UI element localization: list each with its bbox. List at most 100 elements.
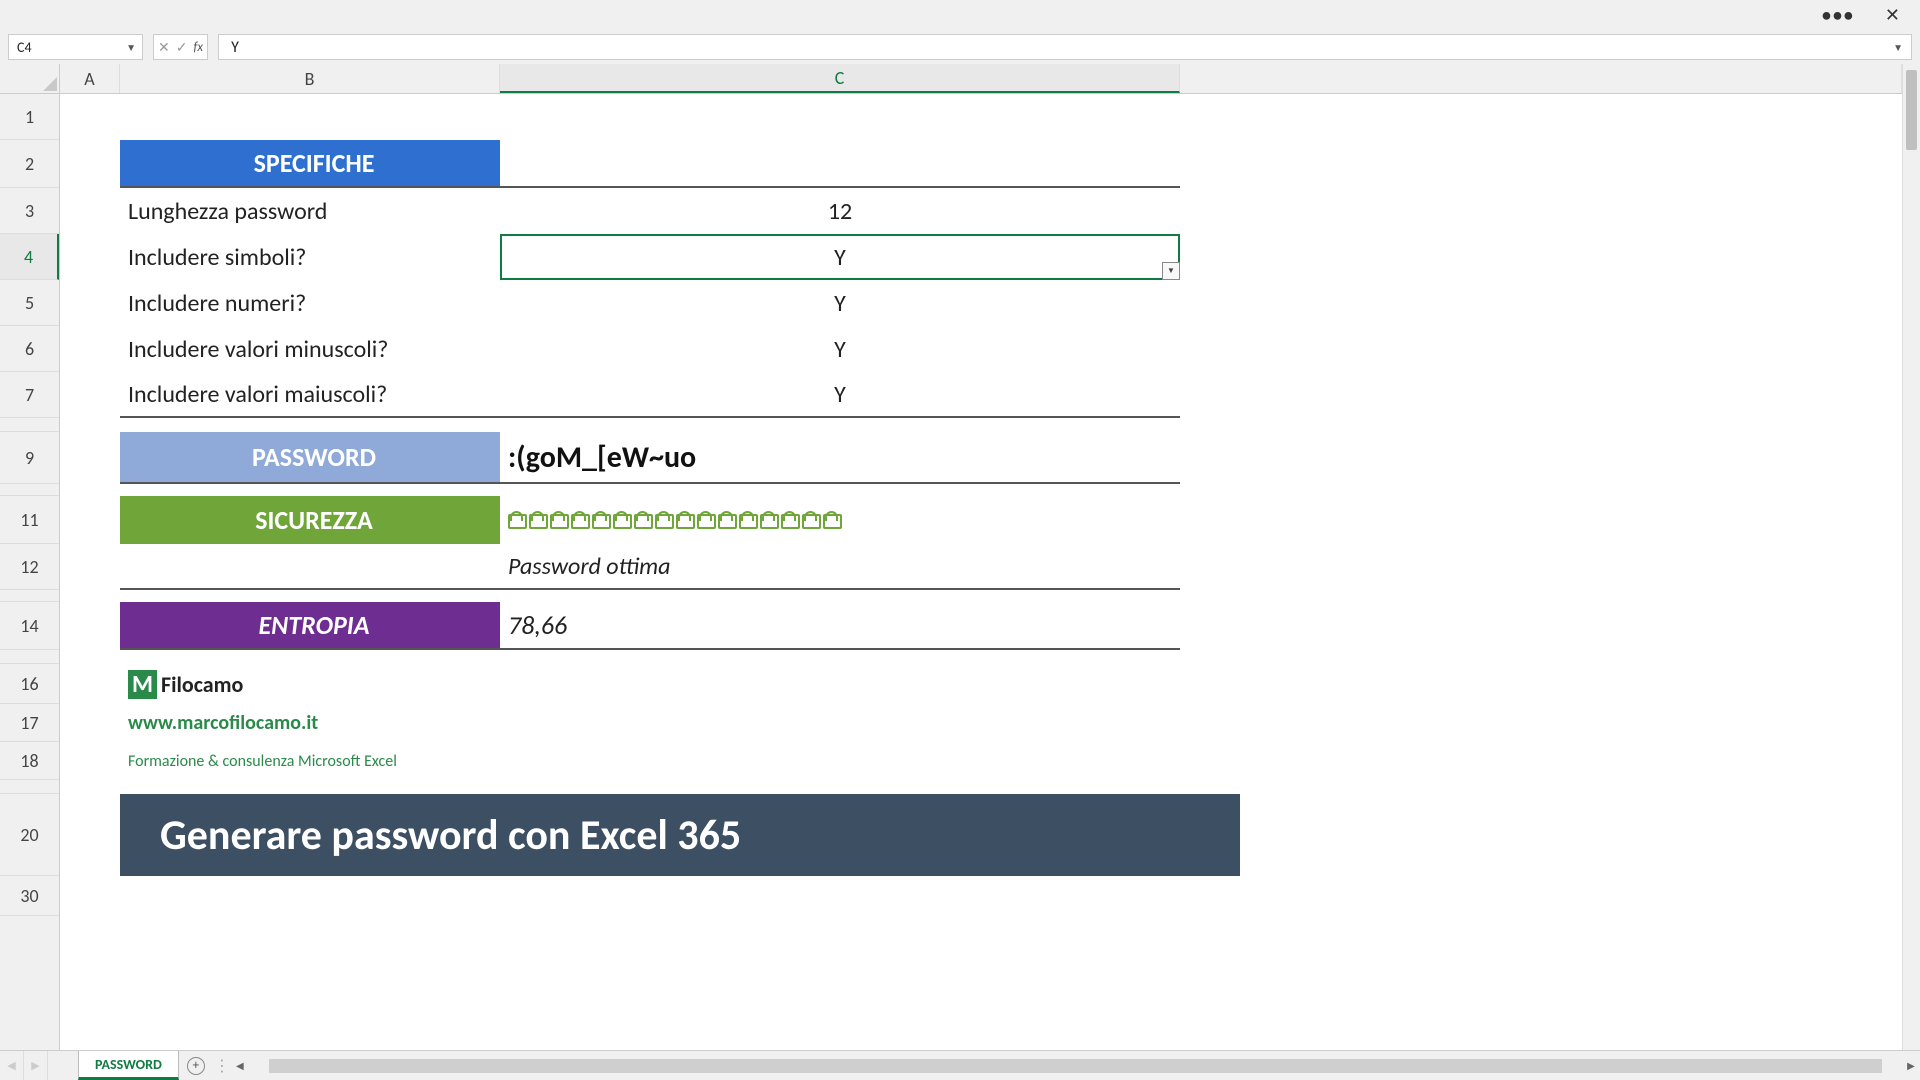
chevron-down-icon[interactable]: ▼ xyxy=(126,41,136,54)
row-20[interactable]: Generare password con Excel 365 xyxy=(60,794,1902,876)
row-header-hidden-15[interactable] xyxy=(0,650,59,664)
hscroll-prev-icon[interactable]: ◀ xyxy=(231,1059,249,1072)
row-headers[interactable]: 1 2 3 4 5 6 7 9 11 12 14 16 17 18 20 30 xyxy=(0,94,60,1050)
value-uppercase[interactable]: Y xyxy=(500,372,1180,418)
vertical-scrollbar[interactable] xyxy=(1902,64,1920,1050)
row-header-30[interactable]: 30 xyxy=(0,876,59,916)
row-4[interactable]: Includere simboli? Y xyxy=(60,234,1902,280)
col-header-B[interactable]: B xyxy=(120,64,500,93)
lock-icon xyxy=(781,511,796,529)
site-link[interactable]: www.marcofilocamo.it xyxy=(120,704,500,742)
row-header-hidden-13[interactable] xyxy=(0,590,59,602)
row-header-hidden-8[interactable] xyxy=(0,418,59,432)
row-header-9[interactable]: 9 xyxy=(0,432,59,484)
row-30[interactable] xyxy=(60,876,1902,916)
cells-area[interactable]: SPECIFICHE Lunghezza password 12 Include… xyxy=(60,94,1902,1050)
row-3[interactable]: Lunghezza password 12 xyxy=(60,188,1902,234)
row-5[interactable]: Includere numeri? Y xyxy=(60,280,1902,326)
logo: M Filocamo xyxy=(120,664,500,704)
header-sicurezza: SICUREZZA xyxy=(120,496,500,544)
col-header-A[interactable]: A xyxy=(60,64,120,93)
lock-icon xyxy=(823,511,838,529)
row-header-7[interactable]: 7 xyxy=(0,372,59,418)
tab-prev-icon[interactable]: ◀ xyxy=(0,1051,24,1080)
row-header-hidden-10[interactable] xyxy=(0,484,59,496)
row-17[interactable]: www.marcofilocamo.it xyxy=(60,704,1902,742)
scrollbar-thumb[interactable] xyxy=(1906,70,1917,150)
cancel-formula-icon[interactable]: ✕ xyxy=(158,39,170,56)
sheet-tab-bar: ◀ ▶ PASSWORD + ⋮ ◀ ▶ xyxy=(0,1050,1920,1080)
expand-formula-icon[interactable]: ▼ xyxy=(1893,41,1903,54)
row-header-5[interactable]: 5 xyxy=(0,280,59,326)
row-9[interactable]: PASSWORD :(goM_[eW~uo xyxy=(60,432,1902,484)
label-symbols: Includere simboli? xyxy=(120,234,500,280)
row-16[interactable]: M Filocamo xyxy=(60,664,1902,704)
lock-icon xyxy=(508,511,523,529)
row-header-18[interactable]: 18 xyxy=(0,742,59,780)
row-12[interactable]: Password ottima xyxy=(60,544,1902,590)
lock-icon xyxy=(634,511,649,529)
value-security-text: Password ottima xyxy=(500,544,1180,590)
hscroll-next-icon[interactable]: ▶ xyxy=(1902,1059,1920,1072)
row-header-4[interactable]: 4 xyxy=(0,234,59,280)
row-header-3[interactable]: 3 xyxy=(0,188,59,234)
lock-icon xyxy=(613,511,628,529)
name-box[interactable]: C4 ▼ xyxy=(8,34,143,60)
horizontal-scrollbar[interactable]: ◀ ▶ xyxy=(231,1051,1920,1080)
more-icon[interactable]: ••• xyxy=(1822,4,1855,26)
row-header-16[interactable]: 16 xyxy=(0,664,59,704)
tab-next-icon[interactable]: ▶ xyxy=(24,1051,48,1080)
row-header-14[interactable]: 14 xyxy=(0,602,59,650)
value-numbers[interactable]: Y xyxy=(500,280,1180,326)
lock-icon xyxy=(529,511,544,529)
row-header-20[interactable]: 20 xyxy=(0,794,59,876)
fx-icon[interactable]: fx xyxy=(193,40,203,55)
row-14[interactable]: ENTROPIA 78,66 xyxy=(60,602,1902,650)
value-password[interactable]: :(goM_[eW~uo xyxy=(500,432,1180,484)
label-length: Lunghezza password xyxy=(120,188,500,234)
hscroll-thumb[interactable] xyxy=(269,1059,1882,1073)
row-2[interactable]: SPECIFICHE xyxy=(60,140,1902,188)
formula-bar: C4 ▼ ✕ ✓ fx Y ▼ xyxy=(0,30,1920,64)
tagline: Formazione & consulenza Microsoft Excel xyxy=(120,742,500,780)
value-symbols[interactable]: Y xyxy=(500,234,1180,280)
formula-value: Y xyxy=(231,38,239,57)
col-header-C[interactable]: C xyxy=(500,64,1180,93)
col-header-blank[interactable] xyxy=(1180,64,1902,93)
row-11[interactable]: SICUREZZA xyxy=(60,496,1902,544)
add-sheet-button[interactable]: + xyxy=(179,1051,213,1080)
title-bar: ••• ✕ xyxy=(0,0,1920,30)
header-entropia: ENTROPIA xyxy=(120,602,500,650)
row-7[interactable]: Includere valori maiuscoli? Y xyxy=(60,372,1902,418)
formula-buttons: ✕ ✓ fx xyxy=(153,34,208,60)
row-header-hidden-19[interactable] xyxy=(0,780,59,794)
lock-icon xyxy=(571,511,586,529)
name-box-value: C4 xyxy=(17,39,32,56)
spreadsheet-grid[interactable]: A B C 1 2 3 4 5 6 7 9 11 12 14 16 17 18 … xyxy=(0,64,1920,1050)
select-all-corner[interactable] xyxy=(0,64,60,94)
row-18[interactable]: Formazione & consulenza Microsoft Excel xyxy=(60,742,1902,780)
row-header-17[interactable]: 17 xyxy=(0,704,59,742)
tab-resize-grip[interactable]: ⋮ xyxy=(213,1051,231,1080)
row-header-11[interactable]: 11 xyxy=(0,496,59,544)
row-header-12[interactable]: 12 xyxy=(0,544,59,590)
row-header-6[interactable]: 6 xyxy=(0,326,59,372)
label-uppercase: Includere valori maiuscoli? xyxy=(120,372,500,418)
close-icon[interactable]: ✕ xyxy=(1885,4,1900,26)
lock-icon xyxy=(676,511,691,529)
sheet-tab-password[interactable]: PASSWORD xyxy=(78,1051,179,1080)
value-entropy: 78,66 xyxy=(500,602,1180,650)
row-6[interactable]: Includere valori minuscoli? Y xyxy=(60,326,1902,372)
accept-formula-icon[interactable]: ✓ xyxy=(176,39,188,56)
header-password: PASSWORD xyxy=(120,432,500,484)
logo-m-icon: M xyxy=(128,670,157,699)
row-header-2[interactable]: 2 xyxy=(0,140,59,188)
lock-icon xyxy=(718,511,733,529)
row-header-1[interactable]: 1 xyxy=(0,94,59,140)
logo-text: Filocamo xyxy=(161,671,243,698)
row-1[interactable] xyxy=(60,94,1902,140)
column-headers[interactable]: A B C xyxy=(60,64,1902,94)
value-length[interactable]: 12 xyxy=(500,188,1180,234)
formula-input[interactable]: Y ▼ xyxy=(218,34,1912,60)
value-lowercase[interactable]: Y xyxy=(500,326,1180,372)
